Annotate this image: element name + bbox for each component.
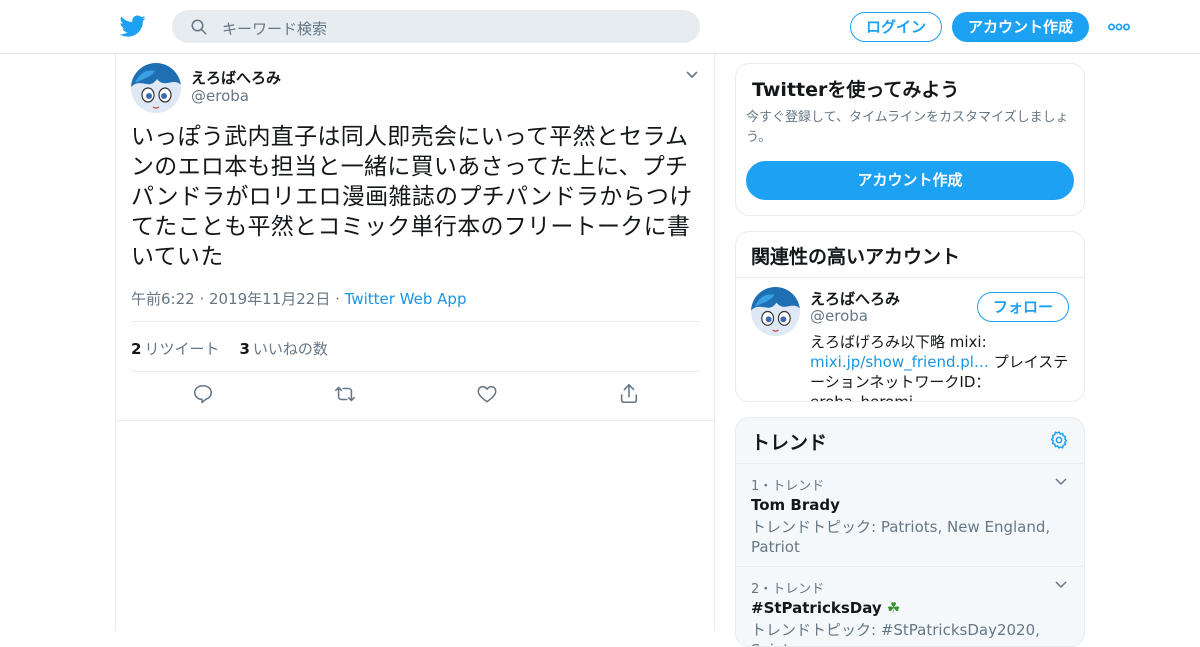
- create-account-button[interactable]: アカウント作成: [746, 161, 1074, 200]
- meta-separator: ·: [330, 290, 345, 308]
- related-account-name[interactable]: えろばへろみ: [810, 288, 900, 309]
- gear-icon[interactable]: [1049, 430, 1069, 450]
- tweet-source-link[interactable]: Twitter Web App: [345, 290, 467, 308]
- bio-link[interactable]: mixi.jp/show_friend.pl…: [810, 353, 989, 371]
- divider: [131, 321, 700, 322]
- divider: [736, 277, 1084, 278]
- trend-rank: 1・トレンド: [751, 479, 825, 494]
- more-options-icon[interactable]: [1108, 22, 1130, 32]
- shamrock-emoji: ☘: [886, 599, 901, 617]
- reply-icon[interactable]: [192, 383, 214, 405]
- like-count: 3: [239, 340, 250, 358]
- like-count-label[interactable]: いいねの数: [253, 340, 328, 358]
- tweet-detail: えろばへろみ @eroba いっぽう武内直子は同人即売会にいって平然とセラムンの…: [115, 54, 715, 630]
- top-bar: キーワード検索 ログイン アカウント作成: [0, 0, 1200, 54]
- twitter-bird-icon[interactable]: [120, 13, 146, 39]
- author-name[interactable]: えろばへろみ: [191, 67, 281, 88]
- trend-name[interactable]: #StPatricksDay ☘: [751, 599, 900, 617]
- chevron-down-icon[interactable]: [1054, 476, 1068, 488]
- signup-card: Twitterを使ってみよう 今すぐ登録して、タイムラインをカスタマイズしましょ…: [735, 63, 1085, 216]
- signup-card-title: Twitterを使ってみよう: [752, 79, 960, 101]
- divider: [131, 371, 700, 372]
- divider: [116, 420, 714, 421]
- chevron-down-icon[interactable]: [684, 68, 700, 82]
- signup-button[interactable]: アカウント作成: [952, 12, 1089, 42]
- tweet-stats: 2 リツイート 3 いいねの数: [131, 338, 328, 359]
- signup-card-description: 今すぐ登録して、タイムラインをカスタマイズしましょう。: [746, 110, 1069, 145]
- related-account-bio: えろばげろみ以下略 mixi: mixi.jp/show_friend.pl… …: [810, 332, 1072, 401]
- tweet-timestamp[interactable]: 午前6:22 · 2019年11月22日: [131, 290, 330, 308]
- tweet-text: いっぽう武内直子は同人即売会にいって平然とセラムンのエロ本も担当と一緒に買いあさ…: [131, 124, 693, 270]
- share-icon[interactable]: [618, 383, 640, 405]
- related-accounts-card: 関連性の高いアカウント えろばへろみ @eroba フォロー えろばげろみ以下略…: [735, 231, 1085, 402]
- trend-name[interactable]: Tom Brady: [751, 496, 840, 514]
- chevron-down-icon[interactable]: [1054, 579, 1068, 591]
- tweet-actions: [116, 383, 716, 409]
- search-input[interactable]: キーワード検索: [222, 18, 327, 39]
- avatar-image: [131, 63, 181, 113]
- login-button[interactable]: ログイン: [850, 12, 942, 42]
- retweet-icon[interactable]: [334, 383, 356, 405]
- trends-card: トレンド 1・トレンド Tom Brady トレンドトピック: Patriots…: [735, 417, 1085, 647]
- search-bar[interactable]: キーワード検索: [172, 10, 700, 43]
- trend-rank: 2・トレンド: [751, 582, 825, 597]
- search-icon: [191, 19, 207, 35]
- trend-item[interactable]: 2・トレンド #StPatricksDay ☘ トレンドトピック: #StPat…: [736, 566, 1084, 646]
- avatar-image: [751, 287, 800, 336]
- author-handle[interactable]: @eroba: [191, 87, 249, 105]
- trend-item[interactable]: 1・トレンド Tom Brady トレンドトピック: Patriots, New…: [736, 463, 1084, 566]
- trend-topic: トレンドトピック: #StPatricksDay2020, Saint: [751, 621, 1040, 646]
- retweet-count: 2: [131, 340, 142, 358]
- tweet-meta: 午前6:22 · 2019年11月22日 · Twitter Web App: [131, 288, 466, 309]
- bio-text: えろばげろみ以下略 mixi:: [810, 333, 987, 351]
- avatar[interactable]: [131, 63, 181, 113]
- retweet-count-label[interactable]: リツイート: [144, 340, 219, 358]
- trends-card-title: トレンド: [751, 432, 828, 454]
- trend-hashtag: #StPatricksDay: [751, 599, 882, 617]
- like-icon[interactable]: [476, 383, 498, 405]
- follow-button[interactable]: フォロー: [977, 292, 1069, 322]
- related-account-handle[interactable]: @eroba: [810, 307, 868, 325]
- related-card-title: 関連性の高いアカウント: [751, 246, 961, 268]
- trend-topic: トレンドトピック: Patriots, New England, Patriot: [751, 518, 1051, 556]
- related-account-avatar[interactable]: [751, 287, 800, 336]
